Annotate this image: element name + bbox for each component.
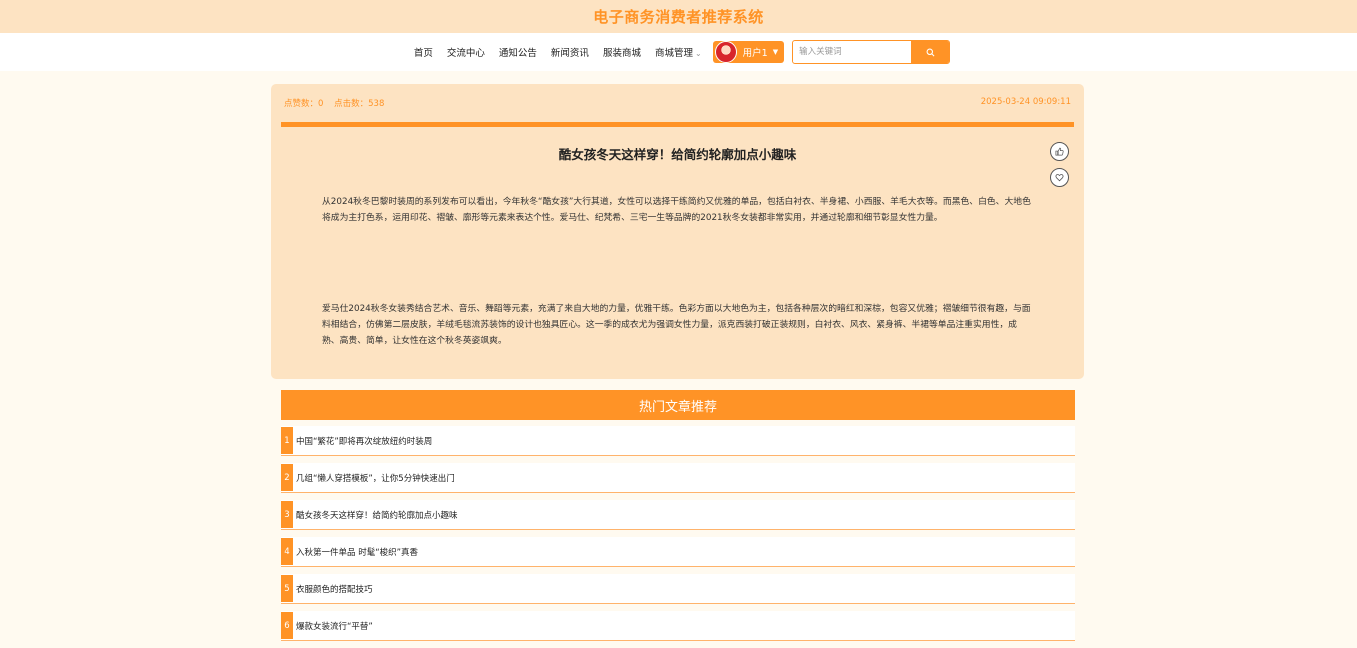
- list-item[interactable]: 4 入秋第一件单品 时髦“梭织”真香: [281, 537, 1075, 567]
- heart-icon: [1055, 174, 1064, 182]
- list-item[interactable]: 6 爆款女装流行“平替”: [281, 611, 1075, 641]
- list-item-title: 中国“繁花”即将再次绽放纽约时装周: [296, 436, 433, 447]
- nav-item-shop-management-label: 商城管理: [654, 48, 693, 59]
- list-item[interactable]: 1 中国“繁花”即将再次绽放纽约时装周: [281, 426, 1075, 456]
- rank-badge: 6: [281, 612, 293, 639]
- list-item[interactable]: 5 衣服颜色的搭配技巧: [281, 574, 1075, 604]
- search-input[interactable]: [793, 42, 912, 62]
- divider: [281, 122, 1074, 127]
- article-panel: 点赞数：0 点击数：538 2025-03-24 09:09:11 酷女孩冬天这…: [271, 84, 1084, 379]
- hot-articles-title: 热门文章推荐: [281, 390, 1075, 420]
- like-button[interactable]: [1050, 142, 1069, 161]
- site-title: 电子商务消费者推荐系统: [593, 8, 764, 26]
- list-item-title: 衣服颜色的搭配技巧: [296, 584, 373, 595]
- favorite-button[interactable]: [1050, 168, 1069, 187]
- rank-badge: 5: [281, 575, 293, 602]
- avatar: [714, 41, 737, 63]
- nav-item-home[interactable]: 首页: [414, 45, 433, 59]
- list-item-title: 入秋第一件单品 时髦“梭织”真香: [296, 547, 419, 558]
- nav-item-news[interactable]: 新闻资讯: [551, 45, 589, 59]
- list-item[interactable]: 2 几组“懒人穿搭模板”，让你5分钟快速出门: [281, 463, 1075, 493]
- article-datetime: 2025-03-24 09:09:11: [980, 97, 1071, 107]
- user-name: 用户1: [742, 48, 768, 59]
- rank-badge: 4: [281, 538, 293, 565]
- thumbs-up-icon: [1055, 147, 1064, 156]
- rank-badge: 3: [281, 501, 293, 528]
- list-item-title: 酷女孩冬天这样穿！给简约轮廓加点小趣味: [296, 510, 458, 521]
- article-stats: 点赞数：0 点击数：538: [284, 97, 392, 109]
- main-nav: 首页 交流中心 通知公告 新闻资讯 服装商城 商城管理 ⌄ 用户1 ▼: [0, 33, 1357, 71]
- rank-badge: 1: [281, 427, 293, 454]
- search-box: [792, 40, 951, 64]
- nav-item-forum[interactable]: 交流中心: [447, 45, 485, 59]
- nav-item-shop[interactable]: 服装商城: [603, 45, 641, 59]
- nav-item-notices[interactable]: 通知公告: [499, 45, 537, 59]
- top-banner: 电子商务消费者推荐系统: [0, 0, 1357, 33]
- user-menu-button[interactable]: 用户1 ▼: [712, 41, 785, 63]
- chevron-down-icon: ⌄: [694, 49, 702, 58]
- likes-count: 点赞数：0: [284, 99, 324, 109]
- article-paragraph: 从2024秋冬巴黎时装周的系列发布可以看出，今年秋冬“酷女孩”大行其道，女性可以…: [322, 197, 1031, 223]
- hot-articles-list: 1 中国“繁花”即将再次绽放纽约时装周 2 几组“懒人穿搭模板”，让你5分钟快速…: [281, 426, 1075, 648]
- rank-badge: 2: [281, 464, 293, 491]
- article-paragraph: 爱马仕2024秋冬女装秀结合艺术、音乐、舞蹈等元素，充满了来自大地的力量，优雅干…: [322, 304, 1031, 346]
- article-title: 酷女孩冬天这样穿！给简约轮廓加点小趣味: [558, 147, 797, 162]
- search-icon: [926, 48, 935, 56]
- caret-down-icon: ▼: [772, 48, 779, 56]
- list-item-title: 爆款女装流行“平替”: [296, 621, 373, 632]
- search-button[interactable]: [911, 41, 950, 63]
- nav-item-shop-management[interactable]: 商城管理 ⌄: [655, 45, 702, 59]
- list-item[interactable]: 3 酷女孩冬天这样穿！给简约轮廓加点小趣味: [281, 500, 1075, 530]
- list-item-title: 几组“懒人穿搭模板”，让你5分钟快速出门: [296, 473, 455, 484]
- clicks-count: 点击数：538: [334, 99, 385, 109]
